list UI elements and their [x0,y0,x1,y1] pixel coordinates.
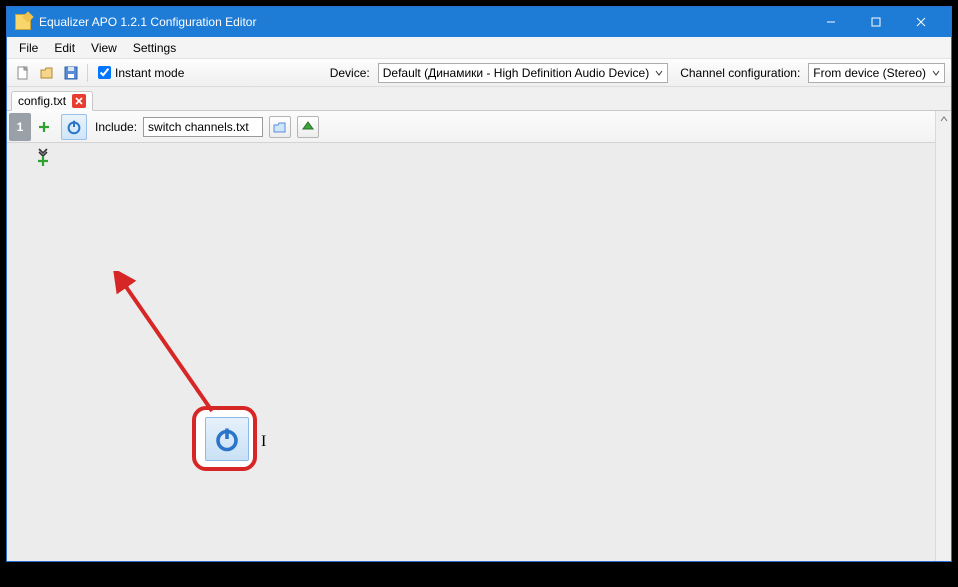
toolbar: Instant mode Device: Default (Динамики -… [7,59,951,87]
menu-view[interactable]: View [83,39,125,57]
move-up-button[interactable] [297,116,319,138]
menu-settings[interactable]: Settings [125,39,184,57]
config-row: 1 Include: [7,111,951,143]
vertical-scrollbar[interactable] [935,111,951,561]
editor-area: 1 Include: [7,111,951,561]
tab-close-button[interactable] [72,94,86,108]
window-title: Equalizer APO 1.2.1 Configuration Editor [39,15,256,29]
toolbar-separator [87,64,88,82]
power-toggle-button[interactable] [61,114,87,140]
new-file-button[interactable] [13,63,33,83]
instant-mode-checkbox[interactable]: Instant mode [94,66,188,80]
device-combo[interactable]: Default (Динамики - High Definition Audi… [378,63,668,83]
minimize-button[interactable] [808,7,853,37]
tab-config[interactable]: config.txt [11,91,93,111]
scroll-up-arrow-icon[interactable] [936,111,951,127]
channel-config-label: Channel configuration: [680,66,800,80]
menu-file[interactable]: File [11,39,46,57]
power-icon [205,417,249,461]
titlebar: Equalizer APO 1.2.1 Configuration Editor [7,7,951,37]
menu-edit[interactable]: Edit [46,39,83,57]
instant-mode-label: Instant mode [115,66,184,80]
dropdown-arrow-icon [655,66,663,80]
tabstrip: config.txt [7,87,951,111]
text-cursor-icon: I [261,433,266,451]
channel-config-value: From device (Stereo) [813,66,926,80]
tab-label: config.txt [18,94,66,108]
app-icon [15,14,31,30]
row-number: 1 [9,113,31,141]
include-label: Include: [95,120,137,134]
menubar: File Edit View Settings [7,37,951,59]
include-input[interactable] [143,117,263,137]
open-file-button[interactable] [37,63,57,83]
callout-highlight-box [192,406,257,471]
instant-mode-input[interactable] [98,66,111,79]
close-button[interactable] [898,7,943,37]
dropdown-arrow-icon [932,66,940,80]
open-include-button[interactable] [269,116,291,138]
add-row-button-2[interactable] [37,155,49,170]
channel-config-combo[interactable]: From device (Stereo) [808,63,945,83]
device-value: Default (Динамики - High Definition Audi… [383,66,649,80]
maximize-button[interactable] [853,7,898,37]
device-label: Device: [330,66,370,80]
save-file-button[interactable] [61,63,81,83]
